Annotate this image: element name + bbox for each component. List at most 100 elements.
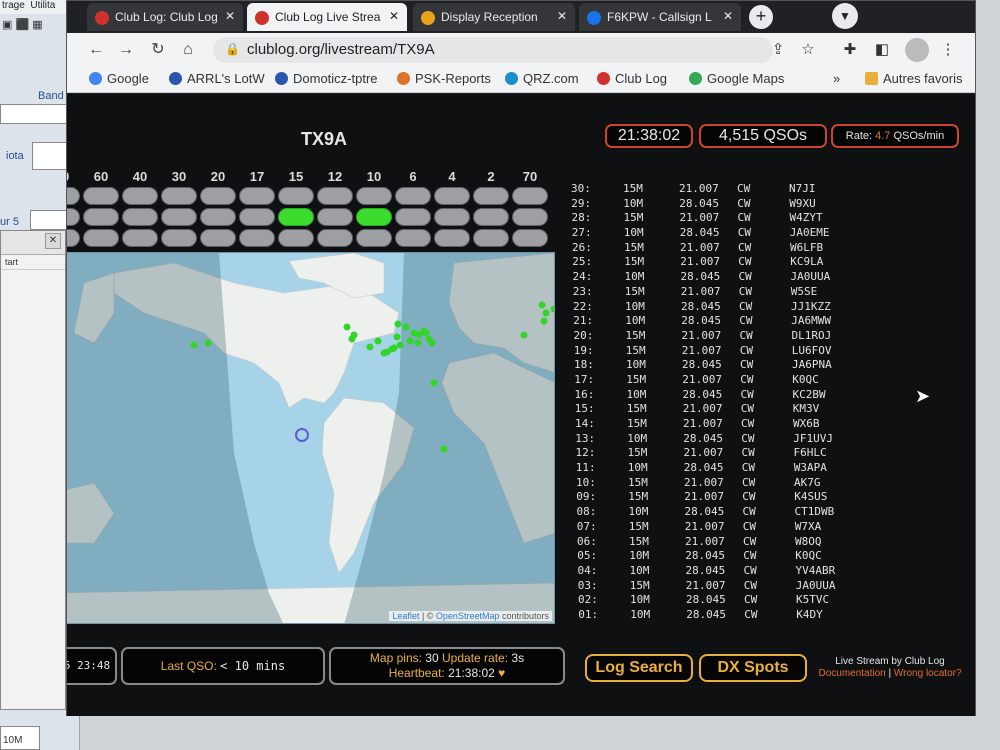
log-row: 06: 15M 21.007 CW W8OQ [571,535,871,550]
tab-label: Display Reception [441,10,538,24]
log-row: 13: 10M 28.045 CW JF1UVJ [571,432,871,447]
other-bookmarks-folder[interactable]: Autres favoris [865,71,962,86]
tab-club-log[interactable]: Club Log: Club Log ✕ [87,3,243,31]
log-mode: CW [742,475,756,489]
browser-window: Club Log: Club Log ✕ Club Log Live Strea… [66,0,976,716]
log-mode: CW [738,240,752,254]
dx-spots-button[interactable]: DX Spots [699,654,807,682]
contacts-map[interactable]: Leaflet | © OpenStreetMap contributors [67,252,555,624]
log-n: 05: [577,549,598,563]
log-freq: 21.007 [684,519,725,533]
iota-label: iota [6,150,24,162]
contact-pin[interactable] [204,339,212,347]
close-tab-icon[interactable]: ✕ [557,9,567,23]
bookmark-club-log[interactable]: Club Log [597,71,667,86]
contact-pin[interactable] [422,329,430,337]
tab-callsign[interactable]: F6KPW - Callsign L ✕ [579,3,741,31]
log-mode: CW [740,372,754,386]
contact-pin[interactable] [190,341,198,349]
bookmark-domoticz[interactable]: Domoticz-tptre [275,71,378,86]
log-freq: 21.007 [685,578,726,592]
band-indicator [473,187,509,205]
log-n: 22: [573,299,593,313]
wrong-locator-link[interactable]: Wrong locator? [894,668,962,679]
contact-pin[interactable] [540,317,548,325]
band-indicator [317,208,353,226]
bookmark-star-icon[interactable]: ☆ [797,39,819,61]
osm-link[interactable]: OpenStreetMap [436,611,500,621]
bookmark-google[interactable]: Google [89,71,149,86]
log-freq: 21.007 [680,255,720,269]
log-n: 23: [572,284,593,298]
log-freq: 21.007 [680,240,720,254]
leaflet-link[interactable]: Leaflet [392,611,419,621]
log-call: AK7G [794,475,821,489]
contact-pin[interactable] [520,331,528,339]
band-indicator [317,229,353,247]
new-tab-button[interactable]: + [749,5,773,29]
domoticz-icon [275,72,288,85]
background-app-toolbar-icons[interactable]: ▣ ⬛ ▦ [2,18,62,36]
contact-pin[interactable] [396,341,404,349]
address-bar[interactable]: 🔒 clublog.org/livestream/TX9A [213,37,773,63]
log-band: 10M [630,593,650,607]
contact-pin[interactable] [393,333,401,341]
band-indicator [239,208,275,226]
contact-pin[interactable] [350,331,358,339]
contact-pin[interactable] [430,379,438,387]
documentation-link[interactable]: Documentation [818,668,885,679]
contact-pin[interactable] [440,445,448,453]
bookmark-psk-reports[interactable]: PSK-Reports [397,71,491,86]
callsign-favicon-icon [587,11,601,25]
contact-pin[interactable] [343,323,351,331]
contact-pin[interactable] [366,343,374,351]
contact-pin[interactable] [542,309,550,317]
close-tab-icon[interactable]: ✕ [723,9,733,23]
log-row: 23: 15M 21.007 CW W5SE [571,285,871,300]
close-icon[interactable]: ✕ [45,233,61,249]
log-search-button[interactable]: Log Search [585,654,693,682]
lock-icon[interactable]: 🔒 [225,42,240,56]
contact-pin[interactable] [380,349,388,357]
contact-pin[interactable] [374,337,382,345]
bookmark-label: ARRL's LotW [187,71,265,86]
contact-pin[interactable] [394,320,402,328]
log-row: 11: 10M 28.045 CW W3APA [571,461,871,476]
menu-item-2[interactable]: Utilita [30,0,55,11]
log-band: 15M [628,475,648,489]
log-n: 08: [576,505,597,519]
contact-pin[interactable] [428,339,436,347]
share-icon[interactable]: ⇪ [767,39,789,61]
close-tab-icon[interactable]: ✕ [389,9,399,23]
tab-display-reception[interactable]: Display Reception ✕ [413,3,575,31]
contact-pin[interactable] [402,323,410,331]
back-arrow-icon[interactable]: ← [85,39,107,61]
band-tag: 10M [0,726,40,750]
club-log-favicon-icon [255,11,269,25]
tab-search-chevron-icon[interactable]: ▼ [832,3,858,29]
contact-pin[interactable] [406,337,414,345]
bookmark-qrz[interactable]: QRZ.com [505,71,579,86]
bookmark-lotw[interactable]: ARRL's LotW [169,71,265,86]
reload-icon[interactable]: ↻ [147,39,169,61]
bookmark-label: PSK-Reports [415,71,491,86]
close-tab-icon[interactable]: ✕ [225,9,235,23]
bookmark-google-maps[interactable]: Google Maps [689,71,784,86]
tab-live-stream[interactable]: Club Log Live Strea ✕ [247,3,407,31]
more-menu-icon[interactable]: ⋮ [937,39,959,61]
profile-avatar[interactable] [905,38,929,62]
log-call: W4ZYT [789,211,823,225]
menu-item-1[interactable]: trage [2,0,25,11]
bookmarks-overflow-button[interactable]: » [833,71,840,86]
log-row: 18: 10M 28.045 CW JA6PNA [571,358,871,373]
extensions-puzzle-icon[interactable]: ✚ [839,39,861,61]
contact-pin[interactable] [390,344,398,352]
contact-pin[interactable] [414,339,422,347]
log-mode: CW [744,593,758,607]
home-icon[interactable]: ⌂ [177,39,199,61]
forward-arrow-icon[interactable]: → [115,39,137,61]
contact-pin[interactable] [538,301,546,309]
band-indicator [67,229,80,247]
log-call: JJ1KZZ [791,299,831,313]
side-panel-icon[interactable]: ◧ [871,39,893,61]
